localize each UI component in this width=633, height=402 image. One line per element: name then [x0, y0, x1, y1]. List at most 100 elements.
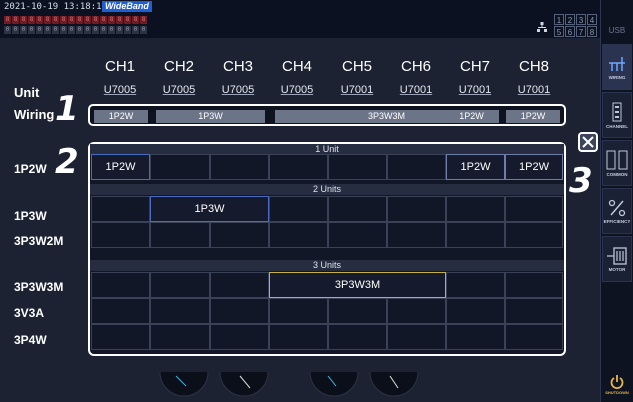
grid-cell [269, 222, 328, 248]
wiring-option-1p2w[interactable]: 1P2W [446, 154, 505, 180]
close-button[interactable] [578, 132, 598, 152]
grid-cell [387, 298, 446, 324]
indicator: 0 [12, 26, 19, 34]
indicator: 8 [140, 16, 147, 24]
wiring-type-label: 1P2W [14, 162, 47, 176]
page-indicator-grid: 1 2 3 4 5 6 7 8 [554, 14, 597, 37]
grid-cell [150, 298, 210, 324]
indicator: 8 [12, 16, 19, 24]
channel-label: CH2 [163, 58, 194, 75]
indicator: 8 [52, 16, 59, 24]
network-icon [537, 22, 547, 32]
wiring-option-1p3w[interactable]: 1P3W [150, 196, 269, 222]
grid-cell [387, 222, 446, 248]
channel-label: CH8 [518, 58, 549, 75]
grid-cell [269, 154, 328, 180]
status-bar: 2021-10-19 13:18:16 WideBand 88888888888… [0, 0, 600, 38]
section-title: 3 Units [90, 260, 564, 271]
grid-cell [446, 272, 505, 298]
indicator: 0 [60, 26, 67, 34]
sidebar-channel-label: CHANNEL [606, 123, 628, 129]
sidebar-common-label: COMMON [606, 171, 628, 177]
wiring-option-1p2w[interactable]: 1P2W [91, 154, 150, 180]
sidebar-common-button[interactable]: COMMON [602, 140, 632, 186]
shutdown-label: SHUTDOWN [605, 389, 629, 395]
shutdown-button[interactable]: SHUTDOWN [602, 368, 632, 400]
motor-icon [607, 246, 627, 265]
wiring-option-3p3w3m[interactable]: 3P3W3M [269, 272, 446, 298]
sidebar-efficiency-button[interactable]: EFFICIENCY [602, 188, 632, 234]
unit-value: U7001 [340, 84, 374, 96]
wiring-segment[interactable]: 1P2W [94, 110, 148, 123]
indicator: 8 [44, 16, 51, 24]
wiring-icon [609, 56, 625, 71]
grid-cell [328, 222, 387, 248]
sidebar-motor-label: MOTOR [608, 266, 626, 272]
grid-cell [269, 298, 328, 324]
wiring-option-1p2w[interactable]: 1P2W [505, 154, 563, 180]
unit-row-label: Unit [14, 85, 40, 100]
indicator: 8 [60, 16, 67, 24]
common-icon [606, 150, 628, 169]
grid-row: 3P3W3M [91, 272, 563, 298]
usb-label: USB [608, 26, 626, 35]
grid-cell [387, 196, 446, 222]
unit-value: U7005 [103, 84, 137, 96]
grid-cell [328, 154, 387, 180]
indicator: 0 [132, 26, 139, 34]
indicator: 0 [28, 26, 35, 34]
page-number: 6 [565, 26, 575, 37]
channel-label: CH3 [222, 58, 253, 75]
grid-cell [269, 324, 328, 350]
wiring-segment[interactable]: 1P2W [444, 110, 499, 123]
wiring-settings-screen: 2021-10-19 13:18:16 WideBand 88888888888… [0, 0, 633, 402]
wiring-type-label: 3V3A [14, 306, 45, 320]
indicator: 8 [28, 16, 35, 24]
indicator: 0 [52, 26, 59, 34]
indicator: 8 [68, 16, 75, 24]
grid-cell [446, 324, 505, 350]
callout-3: 3 [569, 161, 593, 201]
page-number: 8 [587, 26, 597, 37]
grid-cell [150, 222, 210, 248]
indicator: 8 [108, 16, 115, 24]
grid-cell [328, 298, 387, 324]
channel-label: CH5 [341, 58, 372, 75]
unit-value: U7005 [280, 84, 314, 96]
channel-label: CH1 [104, 58, 135, 75]
indicator: 8 [84, 16, 91, 24]
wiring-segment[interactable]: 1P2W [506, 110, 560, 123]
indicator: 0 [84, 26, 91, 34]
grid-cell [150, 324, 210, 350]
grid-cell [91, 298, 150, 324]
unit-value: U7005 [162, 84, 196, 96]
grid-cell [150, 154, 210, 180]
wiring-segment[interactable]: 1P3W [156, 110, 265, 123]
section-title: 2 Units [90, 184, 564, 195]
grid-cell [505, 222, 563, 248]
sidebar-wiring-button[interactable]: WIRING [602, 44, 632, 90]
wiring-summary-bar[interactable]: 1P2W 1P3W 3P3W3M 1P2W 1P2W [88, 104, 566, 126]
grid-cell [505, 272, 563, 298]
sidebar-channel-button[interactable]: CHANNEL [602, 92, 632, 138]
channel-label: CH7 [459, 58, 490, 75]
indicator: 0 [116, 26, 123, 34]
background-gauges [159, 371, 419, 397]
sidebar-motor-button[interactable]: MOTOR [602, 236, 632, 282]
wiring-row-label: Wiring [14, 107, 55, 122]
grid-cell [91, 272, 150, 298]
grid-cell [328, 324, 387, 350]
grid-cell [387, 154, 446, 180]
wiring-selection-panel: 1 Unit 1P2W 1P2W 1P2W 2 Units 1P3W 3 Uni… [88, 142, 566, 356]
unit-value: U7005 [221, 84, 255, 96]
page-number: 2 [565, 14, 575, 25]
sidebar-efficiency-label: EFFICIENCY [603, 218, 631, 224]
grid-row [91, 222, 563, 248]
channel-label: CH6 [400, 58, 431, 75]
indicator: 0 [44, 26, 51, 34]
grid-cell [150, 272, 210, 298]
grid-cell [91, 324, 150, 350]
efficiency-icon [608, 199, 626, 216]
page-number: 3 [576, 14, 586, 25]
grid-cell [210, 154, 269, 180]
